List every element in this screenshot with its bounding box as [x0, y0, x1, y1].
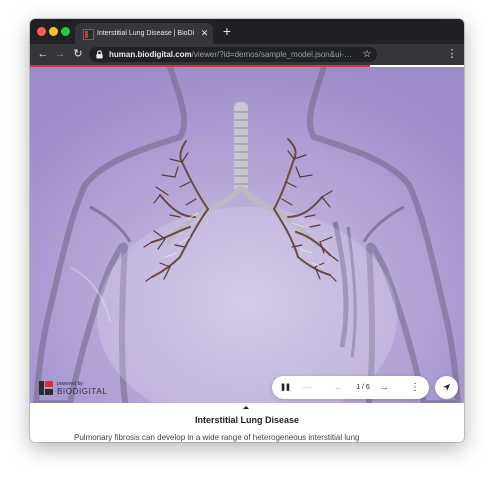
tab-close-icon[interactable]: ✕	[199, 28, 210, 39]
address-bar[interactable]: human.biodigital.com/viewer/?id=demos/sa…	[89, 47, 377, 62]
next-chapter-button[interactable]: →	[376, 376, 392, 399]
biodigital-favicon-icon	[83, 29, 94, 40]
navigation-button[interactable]	[435, 376, 458, 399]
url-path: /viewer/?id=demos/sample_model.json&ui-…	[191, 50, 352, 59]
tab-strip: Interstitial Lung Disease | BioDi ✕ +	[30, 19, 464, 44]
previous-chapter-button[interactable]: ←	[330, 376, 346, 399]
3d-viewer[interactable]: powered by BIODIGITAL ❚❚ — ← 1 / 6 → ⋮	[30, 67, 464, 403]
zoom-out-button[interactable]: —	[300, 376, 314, 399]
biodigital-logo-icon	[39, 381, 53, 395]
lock-icon	[96, 50, 103, 59]
trachea	[234, 102, 248, 192]
anatomy-scene[interactable]	[30, 67, 464, 403]
reload-button[interactable]: ↻	[70, 46, 86, 62]
back-button[interactable]: ←	[35, 46, 51, 62]
chapter-counter: 1 / 6	[356, 384, 370, 391]
expand-caret-icon[interactable]	[243, 406, 249, 409]
browser-menu-button[interactable]: ⋮	[446, 46, 458, 62]
biodigital-brand: powered by BIODIGITAL	[39, 381, 119, 397]
minimize-window-button[interactable]	[49, 27, 58, 36]
active-tab[interactable]: Interstitial Lung Disease | BioDi ✕	[75, 23, 213, 44]
maximize-window-button[interactable]	[61, 27, 70, 36]
browser-window: Interstitial Lung Disease | BioDi ✕ + ← …	[30, 19, 464, 442]
url-host: human.biodigital.com	[109, 50, 192, 59]
tour-controls: ❚❚ — ← 1 / 6 → ⋮	[272, 376, 429, 399]
new-tab-button[interactable]: +	[220, 24, 234, 38]
brand-name: BIODIGITAL	[57, 387, 108, 396]
forward-button[interactable]: →	[52, 46, 68, 62]
url-text: human.biodigital.com/viewer/?id=demos/sa…	[109, 47, 359, 62]
info-panel: Interstitial Lung Disease Pulmonary fibr…	[30, 403, 464, 442]
bookmark-star-icon[interactable]: ☆	[362, 47, 372, 62]
tab-title: Interstitial Lung Disease | BioDi	[97, 30, 195, 37]
info-description: Pulmonary fibrosis can develop in a wide…	[74, 433, 360, 442]
pause-button[interactable]: ❚❚	[278, 376, 292, 399]
more-options-button[interactable]: ⋮	[409, 376, 421, 399]
navigation-arrow-icon	[442, 383, 451, 392]
browser-toolbar: ← → ↻ human.biodigital.com/viewer/?id=de…	[30, 44, 464, 65]
info-title: Interstitial Lung Disease	[194, 415, 300, 425]
close-window-button[interactable]	[37, 27, 46, 36]
